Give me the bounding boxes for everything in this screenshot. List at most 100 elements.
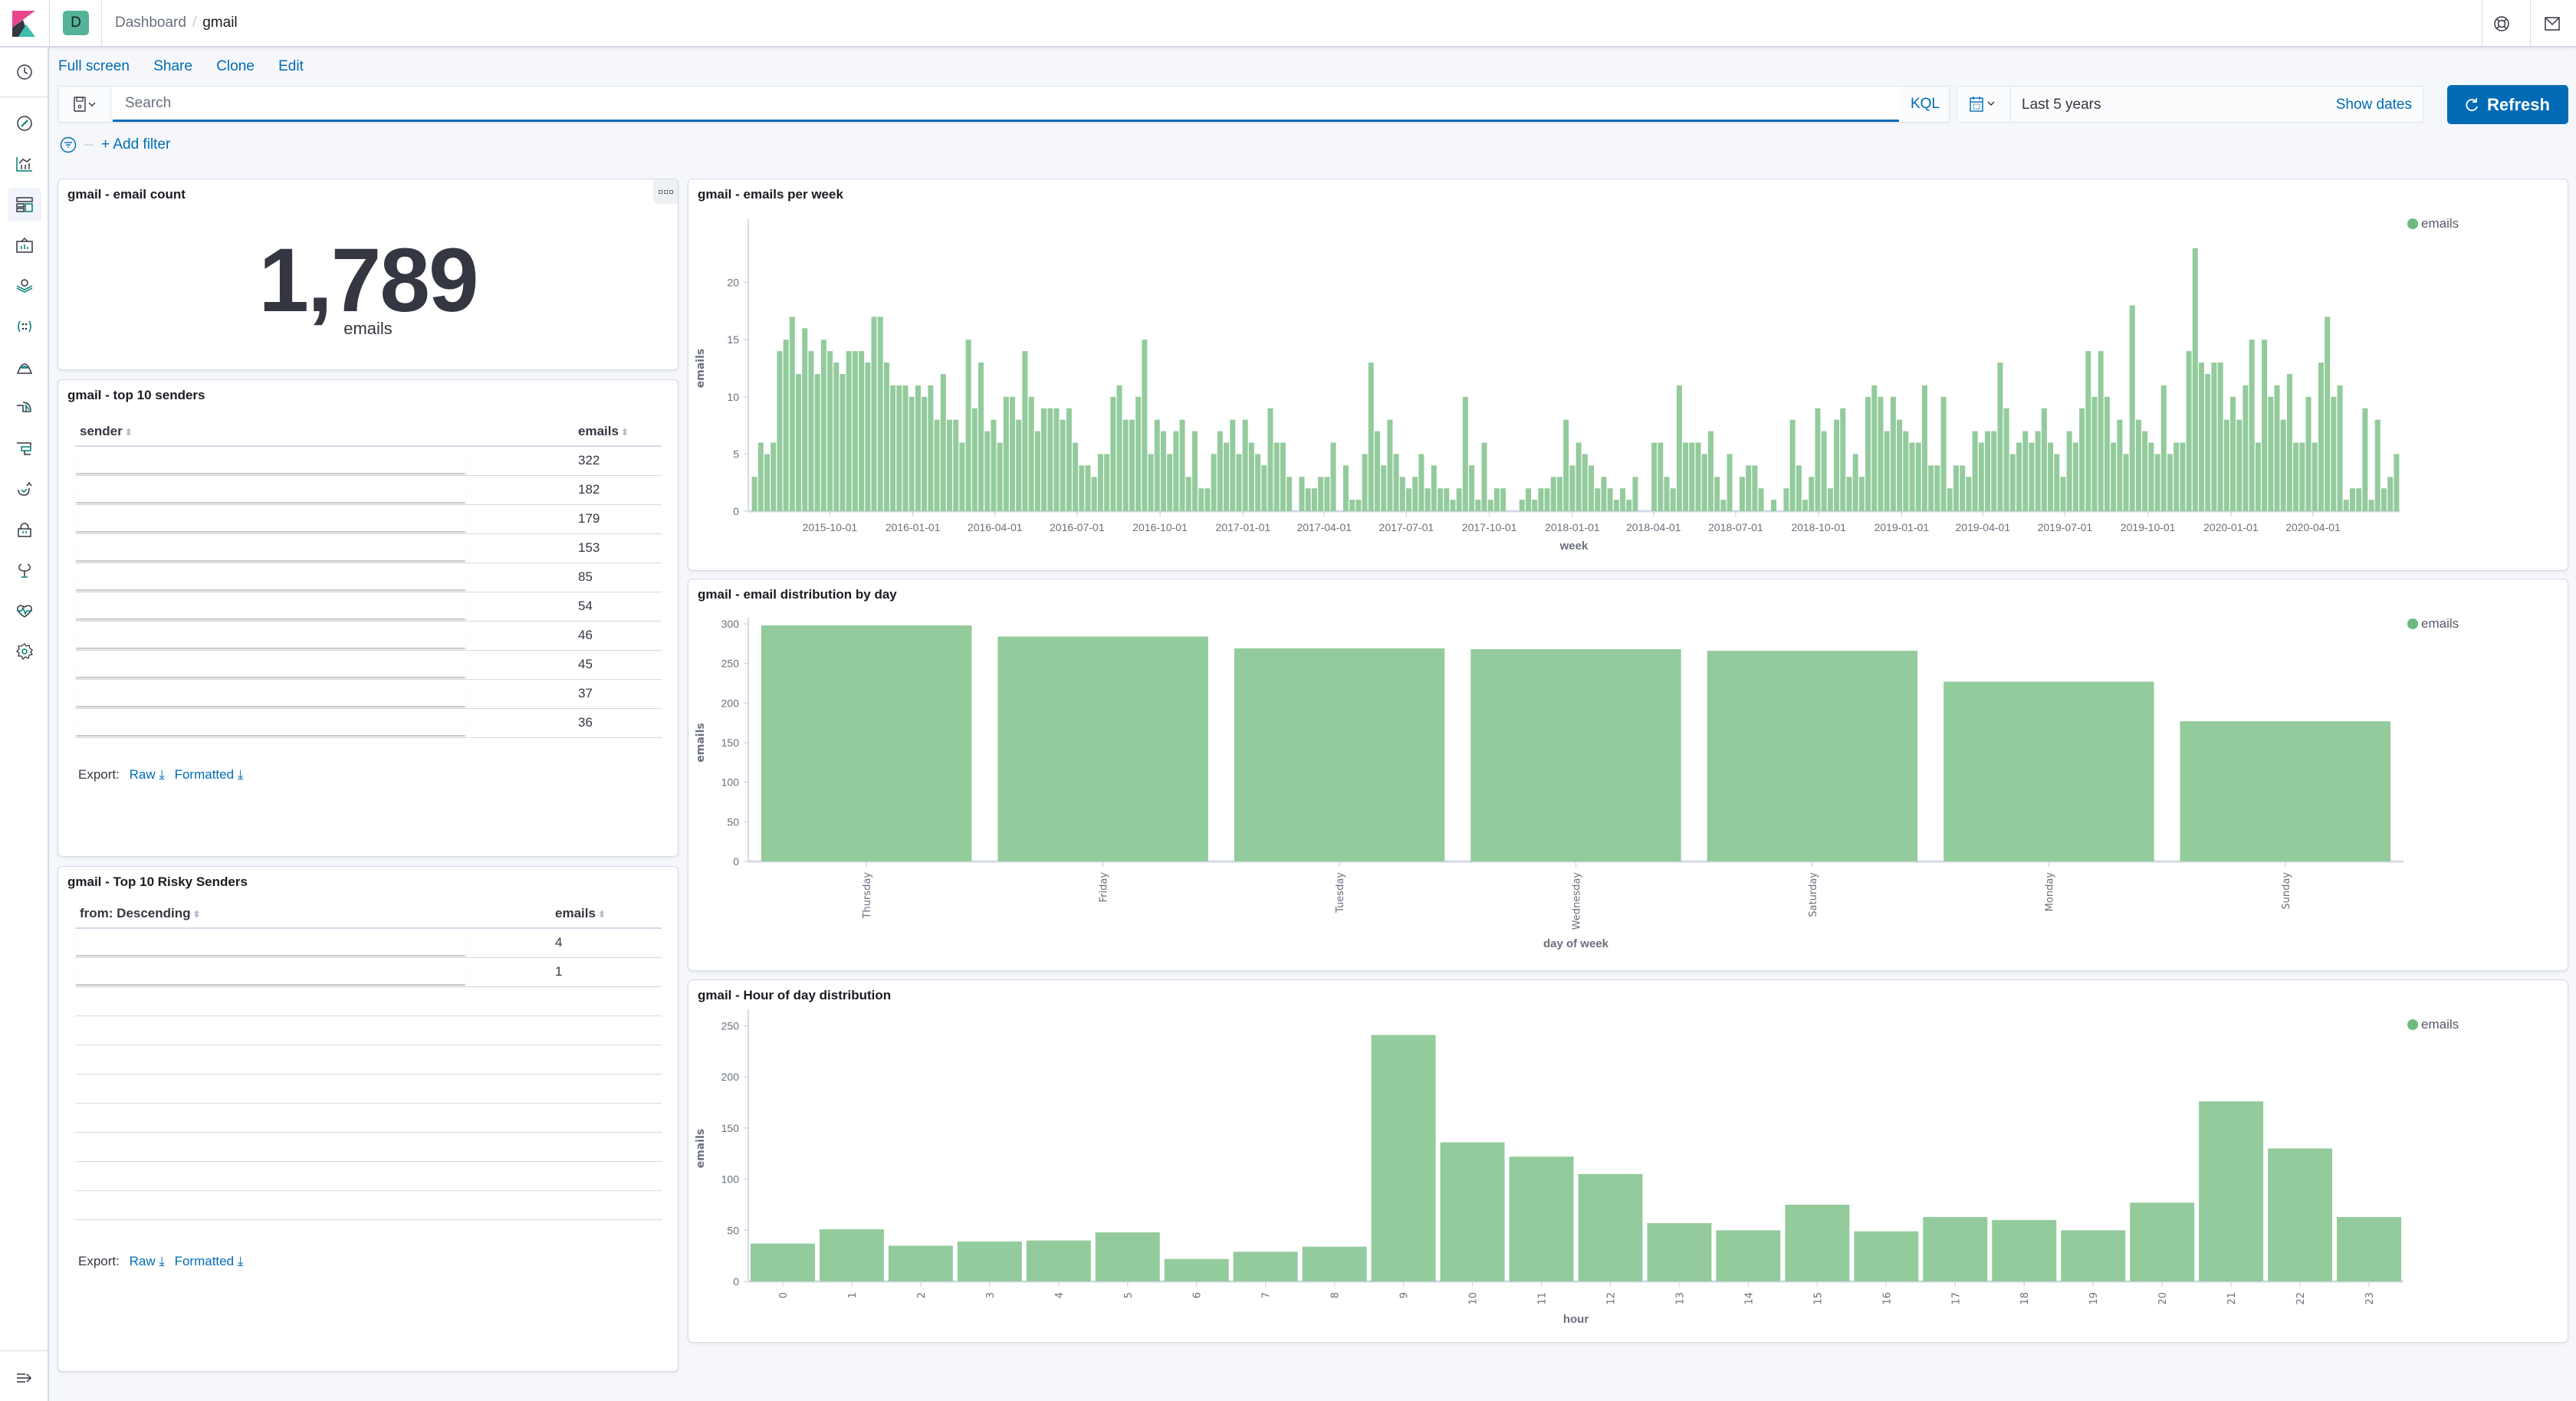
bar	[2167, 454, 2173, 511]
bar	[1148, 454, 1154, 511]
query-language-button[interactable]: KQL	[1901, 87, 1949, 122]
nav-infrastructure[interactable]	[8, 350, 41, 384]
bar	[2129, 305, 2135, 511]
emails-cell: 45	[573, 650, 662, 680]
x-tick-label: 2019-10-01	[2121, 521, 2176, 533]
sender-cell[interactable]	[75, 621, 573, 651]
sender-cell[interactable]	[75, 928, 550, 958]
bar	[1034, 431, 1040, 511]
nav-uptime[interactable]	[8, 472, 41, 506]
kibana-logo-icon[interactable]	[12, 11, 35, 37]
x-tick-label: 2018-04-01	[1626, 521, 1681, 533]
edit-link[interactable]: Edit	[278, 58, 304, 74]
quick-menu-button[interactable]	[1957, 87, 2011, 122]
sender-cell[interactable]	[75, 446, 573, 476]
nav-logs[interactable]	[8, 391, 41, 425]
nav-recently-viewed[interactable]	[8, 55, 41, 89]
filter-options-icon[interactable]	[60, 136, 77, 153]
nav-maps[interactable]	[8, 269, 41, 303]
export-bar: Export: Raw ⤓ Formatted ⤓	[78, 767, 244, 782]
bar	[2174, 442, 2180, 511]
bar	[2029, 442, 2035, 511]
bar	[1487, 500, 1493, 511]
table-row	[75, 1132, 662, 1162]
space-avatar[interactable]: D	[63, 11, 89, 35]
newsfeed-icon[interactable]	[2541, 12, 2564, 35]
x-tick-label: 14	[1743, 1292, 1755, 1305]
metric-label: emails	[343, 319, 393, 338]
nav-dashboard[interactable]	[8, 188, 41, 221]
bar	[2199, 363, 2205, 511]
add-filter-button[interactable]: + Add filter	[101, 136, 170, 153]
sender-cell[interactable]	[75, 592, 573, 622]
bar	[770, 442, 777, 511]
bar	[1676, 385, 1682, 511]
x-tick-label: 12	[1605, 1292, 1617, 1305]
refresh-button[interactable]: Refresh	[2447, 85, 2568, 124]
nav-visualize[interactable]	[8, 147, 41, 181]
bar	[2022, 431, 2029, 511]
nav-collapse[interactable]	[8, 1361, 41, 1395]
bar	[1493, 488, 1500, 511]
sender-cell[interactable]	[75, 650, 573, 680]
redacted-sender	[75, 508, 466, 531]
nav-apm[interactable]	[8, 431, 41, 465]
breadcrumb-dashboard[interactable]: Dashboard	[115, 15, 186, 31]
bar	[1519, 500, 1525, 511]
export-formatted-link[interactable]: Formatted ⤓	[175, 1254, 244, 1268]
saved-query-button[interactable]	[59, 87, 111, 122]
column-header-from[interactable]: from: Descending ⬍	[75, 899, 550, 929]
nav-siem[interactable]	[8, 513, 41, 546]
nav-dev-tools[interactable]	[8, 553, 41, 587]
dashboard-icon	[16, 197, 33, 212]
search-input[interactable]	[113, 87, 1899, 122]
sender-cell[interactable]	[75, 475, 573, 505]
column-header-emails[interactable]: emails ⬍	[573, 417, 662, 447]
sender-cell[interactable]	[75, 504, 573, 534]
export-raw-link[interactable]: Raw ⤓	[130, 767, 165, 782]
nav-stack-monitoring[interactable]	[8, 594, 41, 628]
clone-link[interactable]: Clone	[216, 58, 255, 74]
gear-icon	[15, 643, 34, 661]
nav-canvas[interactable]	[8, 228, 41, 262]
panel-options-button[interactable]	[653, 179, 678, 204]
bar	[2180, 721, 2390, 861]
bar	[819, 1229, 884, 1281]
sender-cell[interactable]	[75, 563, 573, 592]
sender-cell[interactable]	[75, 708, 573, 738]
kibana-app: D Dashboard / gmail Full screen Share Cl…	[0, 0, 2576, 1401]
bar	[2048, 442, 2054, 511]
bar	[1481, 442, 1487, 511]
canvas-icon	[16, 237, 33, 253]
export-raw-link[interactable]: Raw ⤓	[130, 1254, 165, 1268]
bar	[1342, 465, 1349, 511]
x-tick-label: 20	[2157, 1292, 2169, 1305]
bar	[1651, 442, 1658, 511]
nav-machine-learning[interactable]	[8, 310, 41, 343]
help-icon[interactable]	[2490, 12, 2513, 35]
redacted-sender	[75, 566, 466, 589]
sender-cell	[75, 1190, 550, 1220]
x-tick-label: 15	[1812, 1292, 1824, 1305]
full-screen-link[interactable]: Full screen	[58, 58, 130, 74]
emails-cell: 182	[573, 475, 662, 505]
show-dates-link[interactable]: Show dates	[2336, 97, 2412, 113]
nav-management[interactable]	[8, 635, 41, 668]
date-range[interactable]: Last 5 years	[2022, 97, 2101, 113]
sender-cell[interactable]	[75, 957, 550, 987]
x-tick-label: 17	[1950, 1292, 1962, 1305]
ellipsis-icon	[658, 189, 673, 194]
column-header-sender[interactable]: sender ⬍	[75, 417, 573, 447]
column-header-emails[interactable]: emails ⬍	[550, 899, 662, 929]
filter-bar: + Add filter	[60, 135, 170, 155]
share-link[interactable]: Share	[153, 58, 192, 74]
export-formatted-link[interactable]: Formatted ⤓	[175, 767, 244, 782]
sender-cell[interactable]	[75, 533, 573, 563]
sender-cell[interactable]	[75, 679, 573, 709]
nav-discover[interactable]	[8, 107, 41, 140]
bar	[1236, 454, 1242, 511]
bar	[1865, 396, 1871, 511]
bar	[1349, 500, 1355, 511]
bar	[2148, 442, 2154, 511]
visualize-icon	[16, 157, 32, 172]
